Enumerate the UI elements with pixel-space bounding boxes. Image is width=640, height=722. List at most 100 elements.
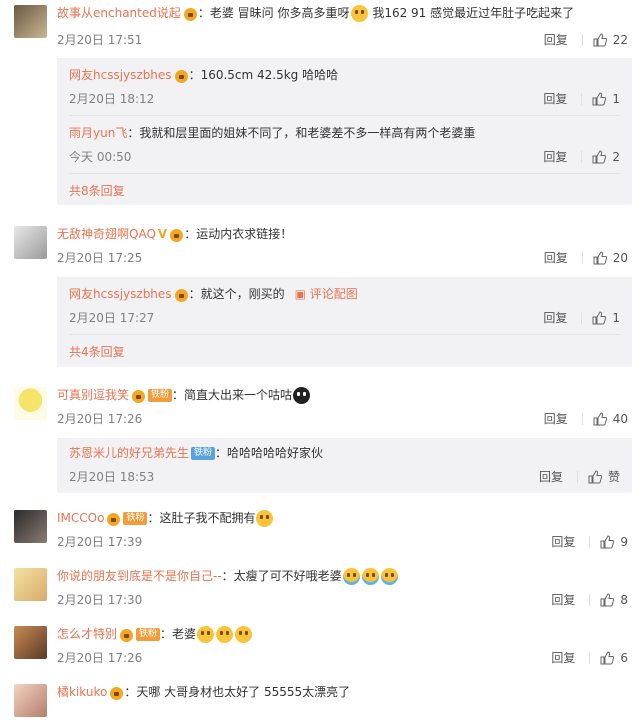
like-button[interactable]: 20 — [593, 248, 628, 268]
comment: IMCCOo 铁粉 ：这肚子我不配拥有 2月20日 17:39 回复 9 — [0, 508, 640, 554]
reply-button[interactable]: 回复 — [544, 30, 568, 50]
like-button[interactable]: 40 — [593, 409, 628, 429]
comment-author[interactable]: IMCCOo — [57, 511, 104, 525]
avatar[interactable] — [14, 568, 47, 601]
reply-button[interactable]: 回复 — [551, 648, 575, 668]
reply-button[interactable]: 回复 — [543, 147, 567, 167]
divider — [581, 93, 583, 105]
avatar[interactable] — [14, 387, 47, 420]
comment-line: 你说的朋友到底是不是你自己--：太瘦了可不好哦老婆 — [57, 566, 632, 586]
like-button[interactable]: 8 — [600, 590, 628, 610]
sub-comment-author[interactable]: 网友hcssjyszbhes — [69, 68, 172, 82]
reply-thread: 网友hcssjyszbhes ：就这个，刚买的 ▣ 评论配图 2月20日 17:27… — [57, 277, 632, 367]
divider — [576, 471, 578, 483]
sub-comment-text: ：我就和层里面的姐妹不同了，和老婆差不多一样高有两个老婆重 — [127, 126, 476, 140]
reply-button[interactable]: 回复 — [544, 409, 568, 429]
like-button[interactable]: 22 — [593, 30, 628, 50]
comment: 橘kikuko ：天哪 大哥身材也太好了 55555太漂亮了 — [0, 682, 640, 722]
thumbs-up-icon — [592, 92, 607, 106]
divider — [69, 115, 620, 116]
comment: 故事从enchanted说起 ：老婆 冒昧问 你多高多重呀 我162 91 感觉最… — [0, 3, 640, 205]
crying-emoji-icon — [380, 568, 398, 585]
avatar[interactable] — [14, 626, 47, 659]
reply-button[interactable]: 回复 — [543, 308, 567, 328]
avatar[interactable] — [14, 510, 47, 543]
avatar[interactable] — [14, 684, 47, 717]
comment-author[interactable]: 橘kikuko — [57, 685, 107, 699]
comment-author[interactable]: 怎么才特别 — [57, 627, 117, 641]
comment: 怎么才特别 铁粉 ：老婆 2月20日 17:26 回复 6 — [0, 624, 640, 670]
fan-badge: 铁粉 — [148, 389, 173, 402]
emoji-icon — [350, 5, 368, 22]
fan-badge: 铁粉 — [123, 512, 148, 525]
like-button[interactable]: 9 — [600, 532, 628, 552]
sub-comment: 苏恩米儿的好兄弟先生 铁粉 ：哈哈哈哈哈好家伙 2月20日 18:53 回复 赞 — [57, 443, 632, 491]
like-button[interactable]: 6 — [600, 648, 628, 668]
thumbs-up-icon — [600, 535, 615, 549]
sub-comment-text: ：160.5cm 42.5kg 哈哈哈 — [188, 68, 339, 82]
comment-author[interactable]: 你说的朋友到底是不是你自己-- — [57, 569, 222, 583]
comment-time: 2月20日 17:26 — [57, 651, 143, 665]
like-button[interactable]: 赞 — [588, 467, 620, 487]
thumbs-up-icon — [592, 150, 607, 164]
divider — [581, 252, 583, 264]
sub-comment-line: 网友hcssjyszbhes ：就这个，刚买的 ▣ 评论配图 — [69, 284, 624, 304]
reply-button[interactable]: 回复 — [551, 532, 575, 552]
comment-text: ：简直大出来一个咕咕 — [172, 388, 293, 402]
like-count: 赞 — [607, 470, 620, 484]
user-badge-icon — [174, 285, 189, 305]
comment-author[interactable]: 可真别逗我笑 — [57, 388, 129, 402]
crying-emoji-icon — [342, 568, 360, 585]
comment-picture-label: 评论配图 — [309, 287, 358, 301]
reply-button[interactable]: 回复 — [544, 248, 568, 268]
sub-comment-author[interactable]: 雨月yun飞 — [69, 126, 127, 140]
comment-text: ：天哪 大哥身材也太好了 55555太漂亮了 — [124, 685, 351, 699]
comment-actions: 回复 22 — [544, 30, 628, 50]
reply-button[interactable]: 回复 — [543, 89, 567, 109]
fan-badge: 铁粉 — [191, 447, 216, 460]
sub-comment-author[interactable]: 网友hcssjyszbhes — [69, 287, 172, 301]
comment-picture-link[interactable]: ▣ 评论配图 — [295, 287, 358, 301]
like-count: 2 — [612, 150, 620, 164]
reply-thread: 苏恩米儿的好兄弟先生 铁粉 ：哈哈哈哈哈好家伙 2月20日 18:53 回复 赞 — [57, 438, 632, 493]
sub-comment: 网友hcssjyszbhes ：160.5cm 42.5kg 哈哈哈 2月20日 … — [57, 65, 632, 113]
reply-button[interactable]: 回复 — [539, 467, 563, 487]
divider — [589, 652, 591, 664]
avatar[interactable] — [14, 226, 47, 259]
sub-comment-time: 2月20日 18:12 — [69, 92, 155, 106]
comment-text: ：这肚子我不配拥有 — [147, 511, 256, 525]
thumbs-up-icon — [593, 251, 607, 265]
comment: 你说的朋友到底是不是你自己--：太瘦了可不好哦老婆 2月20日 17:30 回复… — [0, 566, 640, 612]
like-button[interactable]: 2 — [592, 147, 620, 167]
user-badge-icon — [169, 225, 184, 245]
user-badge-icon — [119, 625, 134, 645]
comment-line: IMCCOo 铁粉 ：这肚子我不配拥有 — [57, 508, 632, 528]
thumbs-up-icon — [593, 412, 607, 426]
reply-button[interactable]: 回复 — [551, 590, 575, 610]
comment-actions: 回复 6 — [551, 648, 628, 668]
sub-comment-line: 苏恩米儿的好兄弟先生 铁粉 ：哈哈哈哈哈好家伙 — [69, 443, 624, 463]
like-button[interactable]: 1 — [592, 89, 620, 109]
comment-text-continued: 我162 91 感觉最近过年肚子吃起来了 — [368, 6, 575, 20]
more-replies-link[interactable]: 共4条回复 — [69, 342, 125, 362]
like-button[interactable]: 1 — [592, 308, 620, 328]
like-count: 1 — [612, 92, 620, 106]
divider — [589, 536, 591, 548]
sub-comment-author[interactable]: 苏恩米儿的好兄弟先生 — [69, 446, 189, 460]
comment-author[interactable]: 故事从enchanted说起 — [57, 6, 181, 20]
divider — [589, 594, 591, 606]
sub-comment-line: 网友hcssjyszbhes ：160.5cm 42.5kg 哈哈哈 — [69, 65, 624, 85]
comment: 无敌神奇翅啊QAQ V ：运动内衣求链接！ 2月20日 17:25 回复 20 网友… — [0, 224, 640, 370]
avatar[interactable] — [14, 5, 47, 38]
comment-actions: 回复 40 — [544, 409, 628, 429]
comment-time: 2月20日 17:39 — [57, 535, 143, 549]
image-icon: ▣ — [294, 287, 310, 301]
reply-thread: 网友hcssjyszbhes ：160.5cm 42.5kg 哈哈哈 2月20日 … — [57, 58, 632, 205]
emoji-icon — [293, 387, 311, 404]
comment: 可真别逗我笑 铁粉 ：简直大出来一个咕咕 2月20日 17:26 回复 40 苏恩米… — [0, 385, 640, 497]
user-badge-icon — [106, 509, 121, 529]
more-replies-link[interactable]: 共8条回复 — [69, 181, 125, 201]
comment-author[interactable]: 无敌神奇翅啊QAQ — [57, 227, 156, 241]
sub-comment-actions: 回复 2 — [543, 147, 620, 167]
divider — [581, 312, 583, 324]
